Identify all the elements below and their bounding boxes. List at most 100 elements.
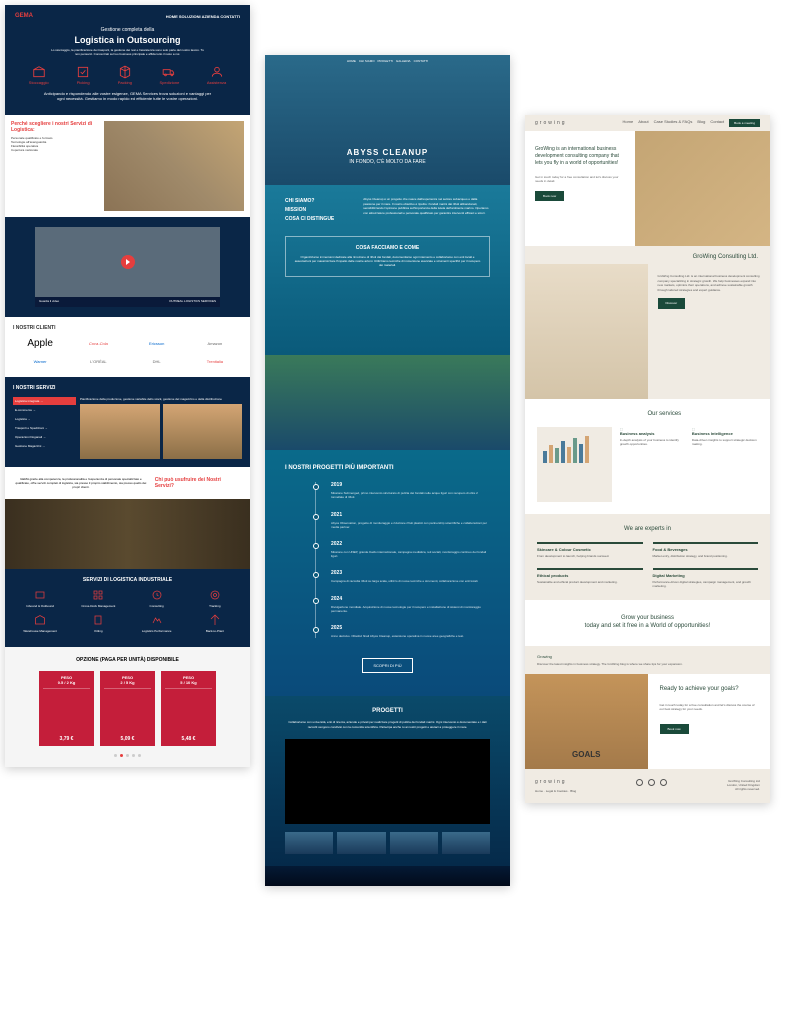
video-thumbnails (285, 832, 490, 854)
why-list: Personale qualificato e formato Tecnolog… (11, 136, 104, 152)
abyss-site: HOMECHI SIAMOPROGETTIGALLERIACONTATTI AB… (265, 55, 510, 886)
timeline-item: 2025Anno decisivo. Obiettivi finali Abys… (331, 625, 490, 638)
diver-image (265, 355, 510, 450)
video-placeholder[interactable] (285, 739, 490, 824)
about-menu: CHI SIAMO?MISSIONCOSA CI DISTINGUE (285, 197, 353, 224)
nav-link[interactable]: About (638, 119, 648, 127)
timeline-item: 2022Missione con UNEP, grande livello in… (331, 541, 490, 558)
abyss-hero: HOMECHI SIAMOPROGETTIGALLERIACONTATTI AB… (265, 55, 510, 185)
experts-section: We are experts in Skincare & Colour Cosm… (525, 514, 770, 600)
thumb[interactable] (285, 832, 333, 854)
menu-item[interactable]: Gestione Magazzini → (13, 442, 76, 450)
service-image (163, 404, 243, 459)
hero-desc: Lo stoccaggio, la pianificazione dei tra… (49, 49, 207, 57)
discover-button[interactable]: SCOPRI DI PIÙ (362, 658, 412, 673)
growing-nav: growing Home About Case Studies & FAQs Blog… (525, 115, 770, 131)
goals-image: GOALS (525, 674, 648, 769)
services-title: I NOSTRI SERVIZI (13, 385, 242, 391)
menu-item[interactable]: Trasporti e Spedizioni → (13, 424, 76, 432)
ind-item: Kitting (71, 614, 125, 633)
about-image (525, 264, 648, 399)
timeline-item: 2019Missione Submerged, primo intervento… (331, 482, 490, 499)
play-icon[interactable] (121, 255, 135, 269)
social-icon[interactable] (660, 779, 667, 786)
gema-logo[interactable]: GEMA (15, 13, 33, 19)
abyss-footer (265, 866, 510, 886)
blog-section: Growing Discover the latest insights in … (525, 646, 770, 674)
client-logo: DHL (130, 355, 184, 369)
nav-link[interactable]: Contact (710, 119, 724, 127)
timeline: 2019Missione Submerged, primo intervento… (315, 482, 490, 638)
menu-item[interactable]: Logistica integrata → (13, 397, 76, 405)
packing-icon: Packing (118, 65, 132, 85)
client-logo: L'ORÉAL (71, 355, 125, 369)
thumb[interactable] (390, 832, 438, 854)
storage-icon: Stoccaggio (29, 65, 49, 85)
menu-item[interactable]: E-commerce → (13, 406, 76, 414)
shipping-icon: Spedizione (160, 65, 180, 85)
pricing-section: OPZIONE (PAGA PER UNITÀ) DISPONIBILE PES… (5, 647, 250, 767)
nav-link[interactable]: Home (623, 119, 634, 127)
why-section: Perché scegliere i nostri Servizi di Log… (5, 115, 250, 217)
goals-section: GOALS Ready to achieve your goals?Get in… (525, 674, 770, 769)
menu-item[interactable]: Logistica → (13, 415, 76, 423)
thumb[interactable] (442, 832, 490, 854)
social-icon[interactable] (648, 779, 655, 786)
book-now-button[interactable]: Book now (535, 191, 564, 201)
expert-item: Ethical productsSustainable and ethical … (537, 568, 643, 588)
expert-item: Food & BeveragesMarket entry, distributi… (653, 542, 759, 558)
thumb[interactable] (337, 832, 385, 854)
hero-title: Logistica in Outsourcing (15, 35, 240, 45)
timeline-item: 2023Campagna di raccolta rifiuti su larg… (331, 570, 490, 583)
book-button[interactable]: Book a meeting (729, 119, 760, 127)
why-title: Perché scegliere i nostri Servizi di Log… (11, 121, 104, 133)
gema-nav[interactable]: HOME SOLUZIONI AZIENDA CONTATTI (166, 14, 240, 19)
client-logo: Amazon (188, 337, 242, 351)
ind-item: Inbound & Outbound (13, 589, 67, 608)
video-player[interactable] (35, 227, 220, 297)
carousel-dots[interactable] (15, 754, 240, 757)
hero-desc2: Anticipando e rispondendo alle vostre es… (43, 91, 212, 101)
social-icon[interactable] (636, 779, 643, 786)
ind-item: Back-to-Plant (188, 614, 242, 633)
team-section: GEMA grazie alla competenza, la professi… (5, 467, 250, 499)
menu-item[interactable]: Operazioni Doganali → (13, 433, 76, 441)
client-logo: Trenitalia (188, 355, 242, 369)
growing-footer: growingHome · Legal & Cookies · Blog Gro… (525, 769, 770, 803)
projects-section: I NOSTRI PROGETTI PIÙ IMPORTANTI 2019Mis… (265, 450, 510, 696)
industrial-section: SERVIZI DI LOGISTICA INDUSTRIALE Inbound… (5, 569, 250, 647)
ind-item: Consulting (130, 589, 184, 608)
client-logo: Coca-Cola (71, 337, 125, 351)
video-section: Guarda il videoOUTREAL LOGISTICS SERVICE… (5, 217, 250, 317)
service-item: ⬚Business IntelligenceData-driven insigh… (692, 427, 758, 502)
expert-item: Skincare & Colour CosmeticFrom developme… (537, 542, 643, 558)
about-section: GroWing Consulting Ltd. GroWing Consulti… (525, 246, 770, 399)
price-card[interactable]: PESO2 / 5 Kg5,09 € (100, 671, 155, 746)
support-icon: Assistenza (207, 65, 226, 85)
nav-link[interactable]: Blog (697, 119, 705, 127)
growing-logo[interactable]: growing (535, 120, 567, 126)
nav-link[interactable]: Case Studies & FAQs (654, 119, 693, 127)
gema-site: GEMA HOME SOLUZIONI AZIENDA CONTATTI Gest… (5, 5, 250, 767)
services-section: Our services ⬚Business analysisIn-depth … (525, 399, 770, 514)
hero-image (635, 131, 770, 246)
service-icons: Stoccaggio Picking Packing Spedizione As… (15, 65, 240, 85)
growing-hero: GroWing is an international business dev… (525, 131, 770, 246)
ind-item: Warehouse Management (13, 614, 67, 633)
abyss-nav[interactable]: HOMECHI SIAMOPROGETTIGALLERIACONTATTI (265, 55, 510, 67)
ind-item: Tracking (188, 589, 242, 608)
social-icons (636, 779, 667, 793)
warehouse-image2 (5, 499, 250, 569)
price-card[interactable]: PESO5 / 10 Kg5,48 € (161, 671, 216, 746)
book-button[interactable]: Book now (660, 724, 689, 734)
what-we-do-box: COSA FACCIAMO E COMEOrganizziamo immersi… (285, 236, 490, 277)
chart-image (537, 427, 612, 502)
discover-button[interactable]: Discover (658, 298, 686, 309)
clients-title: I NOSTRI CLIENTI (13, 325, 242, 331)
timeline-item: 2021Abyss Observation, progetto di monit… (331, 512, 490, 529)
abyss-about: CHI SIAMO?MISSIONCOSA CI DISTINGUE Abyss… (265, 185, 510, 355)
expert-item: Digital MarketingPerformance-driven digi… (653, 568, 759, 588)
timeline-item: 2024Divulgazione mondiale. Acquisizione … (331, 596, 490, 613)
clients-section: I NOSTRI CLIENTI Apple Coca-Cola Ericsso… (5, 317, 250, 377)
price-card[interactable]: PESO0.5 / 2 Kg3,79 € (39, 671, 94, 746)
